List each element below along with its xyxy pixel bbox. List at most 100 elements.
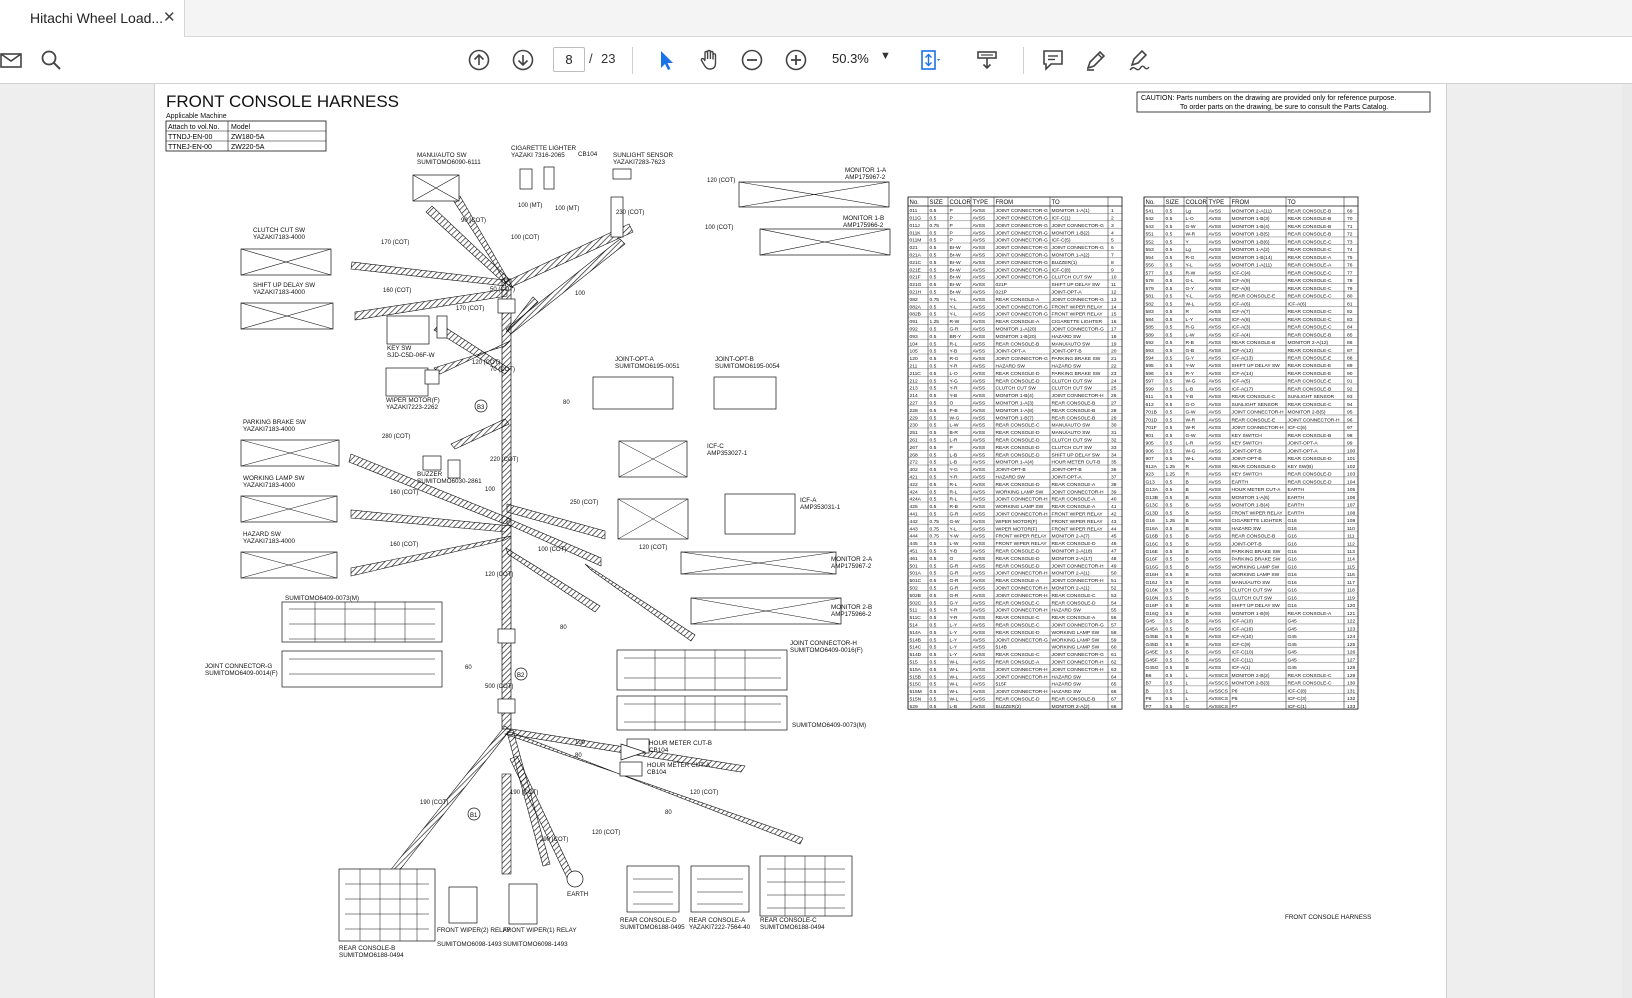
wire-table-cell: 0.5 [1166,572,1173,578]
highlight-pen-icon[interactable] [1079,43,1113,77]
toolbar: / 23 50.3% ▼ [0,37,1632,84]
wire-table-index: 126 [1347,650,1355,656]
wire-table-cell: 501C [910,578,922,584]
wire-table-cell: AVSS [973,630,986,636]
wire-table-cell: G16 [1288,564,1298,570]
label-icf-a: ICF-A [800,497,817,504]
wire-table-cell: G-O [1186,402,1195,408]
wire-table-cell: AVSS [1209,425,1222,431]
search-icon[interactable] [34,43,68,77]
wire-table-cell: G-Y [1186,286,1195,292]
wire-table-cell: JOINT-OPT-B [996,467,1026,473]
callout-label: B3 [477,405,485,411]
wire-table-cell: ICF-C(10) [1232,650,1254,656]
wire-table-cell: P [950,208,953,214]
wire-table-cell: 092 [910,327,918,333]
wire-table-cell: B [1186,541,1189,547]
tab-title[interactable]: Hitachi Wheel Load... [30,10,163,26]
length-annotation: 120 (COT) [639,545,667,551]
wire-table-cell: 0.5 [1166,208,1173,214]
wire-table-cell: G13 [1146,479,1156,485]
scrollbar[interactable] [1622,84,1632,998]
label-manu-auto-pn: SUMITOMO6090-6111 [417,159,481,166]
wire-table-index: 128 [1347,665,1355,671]
wire-table-cell: 0.5 [1166,255,1173,261]
wire-table-index: 125 [1347,642,1355,648]
wire-table-index: 119 [1347,595,1355,601]
wire-table-cell: 0.5 [1166,657,1173,663]
wire-table-cell: CLUTCH CUT SW [1052,438,1093,444]
wire-table-cell: 0.5 [930,467,937,473]
page-down-icon[interactable] [506,43,540,77]
wire-table-cell: AVSS [973,423,986,429]
wire-table-cell: REAR CONSOLE-E [1288,363,1332,369]
wire-table-cell: PARKING BRAKE SW [1232,549,1281,555]
wire-table-cell: B [1186,487,1189,493]
wire-table-cell: AVSSCS [1209,696,1229,702]
wire-table-cell: 912A [1146,464,1158,470]
wire-table-cell: REAR CONSOLE-C [996,652,1040,658]
wire-table-cell: AVSS [1209,433,1222,439]
wire-table-cell: 0.5 [1166,356,1173,362]
wire-table-index: 77 [1347,270,1353,276]
length-annotation: 70 (COT) [490,367,515,373]
zoom-in-icon[interactable] [779,43,813,77]
wire-table-cell: 424 [910,489,918,495]
wire-table-cell: AVSS [973,674,986,680]
scroll-mode-icon[interactable] [970,43,1004,77]
label-parking-pn: YAZAKI7183-4000 [243,426,296,433]
wire-table-cell: 578 [1146,278,1154,284]
wire-table-header: FROM [1232,200,1250,206]
wire-table-cell: REAR CONSOLE-C [1288,239,1332,245]
wire-table-index: 132 [1347,696,1355,702]
zoom-dropdown-icon[interactable]: ▼ [880,50,891,62]
document-tab[interactable]: Hitachi Wheel Load... ✕ [0,0,185,37]
wire-table-cell: 0.5 [1166,526,1173,532]
wire-table-cell: 0.5 [1166,386,1173,392]
wire-table-cell: JOINT CONNECTOR-H [1288,417,1340,423]
wire-table-cell: B [1186,603,1189,609]
tab-close-icon[interactable]: ✕ [163,8,176,26]
wire-table-cell: G16 [1146,518,1156,524]
document-viewer[interactable]: FRONT CONSOLE HARNESS Applicable Machine… [0,84,1632,998]
wire-table-cell: ICF-A(1) [1232,665,1251,671]
wire-table-cell: AVSS [1209,580,1222,586]
wire-table-cell: 0.5 [1166,441,1173,447]
wire-table-cell: AVSS [973,267,986,273]
wire-table-cell: AVSS [1209,208,1222,214]
page-up-icon[interactable] [462,43,496,77]
wire-table-cell: B [1186,549,1189,555]
wire-table-index: 109 [1347,518,1355,524]
wire-table-cell: REAR CONSOLE-B [1288,224,1332,230]
wire-table-cell: 514 [910,623,918,629]
wire-table-cell: L-B [950,452,958,458]
machine-table-header: Model [231,124,251,131]
wire-table-cell: AVSS [973,401,986,407]
wire-table-cell: AVSS [973,467,986,473]
label-earth: EARTH [567,891,589,898]
wire-table-cell: Y [1186,239,1190,245]
wire-table-index: 22 [1111,364,1117,370]
comment-icon[interactable] [1036,43,1070,77]
wire-table-cell: 0.5 [930,689,937,695]
wire-table-cell: JOINT CONNECTOR-G [996,253,1048,259]
fit-page-icon[interactable] [912,43,946,77]
sign-icon[interactable] [1122,43,1156,77]
wire-table-index: 9 [1111,267,1114,273]
wire-table-cell: B [1186,495,1189,501]
wire-table-header: TYPE [1209,200,1225,206]
wire-table-cell: G16B [1146,534,1159,540]
wire-table-cell: AVSS [1209,595,1222,601]
wire-table-cell: Br-W [950,267,962,273]
hand-tool-icon[interactable] [692,43,726,77]
wire-table-cell: L [1186,681,1189,687]
zoom-level[interactable]: 50.3% [832,51,869,66]
wire-table-cell: G16C [1146,541,1159,547]
mail-icon[interactable] [0,43,28,77]
page-number-input[interactable] [553,47,585,72]
wire-table-cell: 0.5 [930,282,937,288]
wire-table-cell: 0.5 [1166,456,1173,462]
select-arrow-icon[interactable] [649,43,683,77]
wire-table-cell: 501 [910,563,918,569]
zoom-out-icon[interactable] [735,43,769,77]
